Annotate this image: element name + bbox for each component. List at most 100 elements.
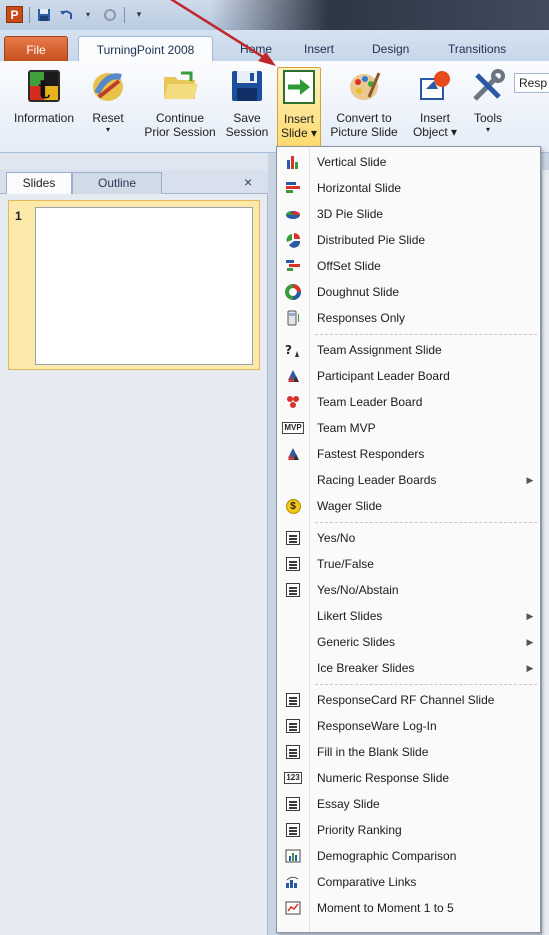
menu-item[interactable]: Doughnut Slide <box>277 280 540 304</box>
moment-icon <box>277 896 309 920</box>
slides-pane: Slides Outline × 1 <box>0 170 268 935</box>
menu-item-label: Fastest Responders <box>317 447 425 461</box>
continue-prior-session-button[interactable]: Continue Prior Session <box>138 67 222 151</box>
menu-item[interactable]: Yes/No <box>277 526 540 550</box>
convert-label-line1: Convert to <box>336 111 392 125</box>
save-label-line1: Save <box>233 111 261 125</box>
convert-to-picture-slide-button[interactable]: Convert to Picture Slide <box>323 67 405 151</box>
menu-item[interactable]: Essay Slide <box>277 792 540 816</box>
menu-item-label: Team Leader Board <box>317 395 423 409</box>
insert-object-label-line1: Insert <box>419 111 450 125</box>
responses-field[interactable]: Resp <box>514 73 549 93</box>
tools-button[interactable]: Tools ▾ <box>466 67 510 151</box>
menu-item-label: 3D Pie Slide <box>317 207 384 221</box>
menu-item-label: Vertical Slide <box>317 155 387 169</box>
slide-thumbnail[interactable] <box>35 207 253 365</box>
information-button[interactable]: t Information <box>6 67 82 151</box>
menu-icon-placeholder <box>277 604 309 628</box>
tab-file[interactable]: File <box>4 36 68 62</box>
menu-item[interactable]: Team Leader Board <box>277 390 540 414</box>
menu-item[interactable]: 3D Pie Slide <box>277 202 540 226</box>
menu-item[interactable]: True/False <box>277 552 540 576</box>
menu-item-label: Distributed Pie Slide <box>317 233 426 247</box>
menu-item[interactable]: Distributed Pie Slide <box>277 228 540 252</box>
insert-object-label-line2: Object ▾ <box>412 125 458 139</box>
reset-button[interactable]: Reset ▾ <box>86 67 130 151</box>
menu-item[interactable]: MVP Team MVP <box>277 416 540 440</box>
qat-separator <box>29 6 30 23</box>
menu-item[interactable]: 123 Numeric Response Slide <box>277 766 540 790</box>
essay-icon <box>277 792 309 816</box>
menu-item[interactable]: OffSet Slide <box>277 254 540 278</box>
team-leaderboard-icon <box>277 390 309 414</box>
menu-item[interactable]: ResponseCard RF Channel Slide <box>277 688 540 712</box>
menu-item[interactable]: ResponseWare Log-In <box>277 714 540 738</box>
doughnut-icon <box>277 280 309 304</box>
title-bar-dark-region <box>210 0 549 30</box>
menu-item[interactable]: Racing Leader Boards ▶ <box>277 468 540 492</box>
menu-item[interactable]: Vertical Slide <box>277 150 540 174</box>
menu-item-label: Numeric Response Slide <box>317 771 450 785</box>
mvp-icon: MVP <box>282 422 304 434</box>
slide-thumbnail-selected[interactable]: 1 <box>8 200 260 370</box>
menu-separator <box>315 684 537 685</box>
menu-icon-placeholder <box>277 468 309 492</box>
menu-item-label: Fill in the Blank Slide <box>317 745 429 759</box>
menu-item[interactable]: Horizontal Slide <box>277 176 540 200</box>
demographic-icon <box>277 844 309 868</box>
menu-item[interactable]: Comparative Links <box>277 870 540 894</box>
menu-item-label: Essay Slide <box>317 797 380 811</box>
menu-item-label: Team Assignment Slide <box>317 343 442 357</box>
menu-item[interactable]: Generic Slides ▶ <box>277 630 540 654</box>
tab-turningpoint[interactable]: TurningPoint 2008 <box>78 36 213 62</box>
yes-no-icon <box>277 526 309 550</box>
tab-outline[interactable]: Outline <box>72 172 162 194</box>
menu-item[interactable]: Priority Ranking <box>277 818 540 842</box>
slide-number: 1 <box>15 209 22 223</box>
tab-transitions[interactable]: Transitions <box>440 36 514 62</box>
menu-icon-placeholder <box>277 630 309 654</box>
powerpoint-logo-icon[interactable]: P <box>6 6 23 23</box>
menu-item[interactable]: $ Wager Slide <box>277 494 540 518</box>
menu-item[interactable]: Moment to Moment 1 to 5 <box>277 896 540 920</box>
save-session-button[interactable]: Save Session <box>222 67 272 151</box>
vertical-scrollbar[interactable] <box>541 170 549 935</box>
menu-item-label: Demographic Comparison <box>317 849 457 863</box>
customize-qat-icon[interactable]: ▾ <box>131 7 147 23</box>
insert-slide-button[interactable]: Insert Slide ▾ <box>277 67 321 151</box>
menu-item[interactable]: Participant Leader Board <box>277 364 540 388</box>
floppy-disk-icon <box>228 67 266 105</box>
information-icon: t <box>25 67 63 105</box>
menu-separator <box>315 522 537 523</box>
menu-item[interactable]: Fastest Responders <box>277 442 540 466</box>
undo-dropdown-icon[interactable]: ▾ <box>80 7 96 23</box>
ribbon-tabs: File TurningPoint 2008 Home Insert Desig… <box>0 30 549 62</box>
undo-icon[interactable] <box>58 7 74 23</box>
menu-item[interactable]: Yes/No/Abstain <box>277 578 540 602</box>
pane-tabs: Slides Outline × <box>0 170 268 194</box>
menu-item-label: Yes/No/Abstain <box>317 583 399 597</box>
reset-label: Reset <box>92 111 124 125</box>
tab-design[interactable]: Design <box>364 36 417 62</box>
menu-item[interactable]: Demographic Comparison <box>277 844 540 868</box>
continue-label-line2: Prior Session <box>144 125 216 139</box>
redo-icon[interactable] <box>102 7 118 23</box>
insert-slide-icon <box>280 68 318 106</box>
insert-object-button[interactable]: Insert Object ▾ <box>408 67 462 151</box>
menu-item[interactable]: ? Team Assignment Slide <box>277 338 540 362</box>
menu-item[interactable]: Responses Only <box>277 306 540 330</box>
fastest-responders-icon <box>277 442 309 466</box>
close-icon[interactable]: × <box>244 174 252 190</box>
tab-insert[interactable]: Insert <box>296 36 342 62</box>
qat-separator <box>124 6 125 23</box>
numeric-icon: 123 <box>284 772 302 784</box>
wager-coin-icon: $ <box>277 494 309 518</box>
tab-slides[interactable]: Slides <box>6 172 72 194</box>
title-bar: P ▾ ▾ <box>0 0 549 30</box>
menu-item[interactable]: Ice Breaker Slides ▶ <box>277 656 540 680</box>
tab-home[interactable]: Home <box>232 36 280 62</box>
menu-item[interactable]: Fill in the Blank Slide <box>277 740 540 764</box>
menu-item[interactable]: Likert Slides ▶ <box>277 604 540 628</box>
save-icon[interactable] <box>36 7 52 23</box>
insert-slide-label-line2: Slide ▾ <box>280 126 318 140</box>
